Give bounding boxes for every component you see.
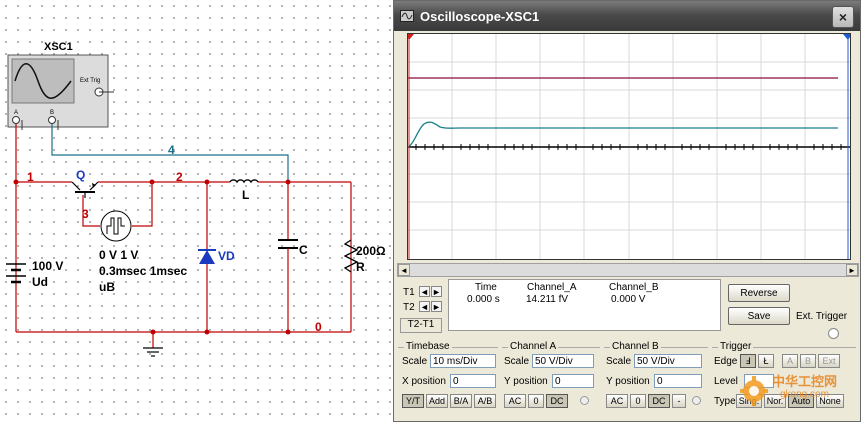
scroll-left-arrow[interactable]: ◄ (398, 264, 410, 276)
save-button[interactable]: Save (728, 307, 790, 325)
title-bar[interactable]: Oscilloscope-XSC1 × (394, 1, 860, 31)
diode-symbol (198, 249, 216, 264)
pulse-value-label: 0 V 1 V (99, 248, 139, 262)
dc-value-label: 100 V (32, 259, 64, 273)
net-label-3: 3 (82, 207, 89, 221)
mode-yt-button[interactable]: Y/T (402, 394, 424, 408)
readout-header-time: Time (475, 282, 497, 293)
channel-b-ypos-field[interactable]: 0 (654, 374, 702, 388)
ext-trigger-terminal[interactable] (828, 328, 839, 339)
readout-channel-b-value: 0.000 V (611, 294, 646, 305)
t1-right-button[interactable]: ► (431, 286, 442, 297)
t1-left-button[interactable]: ◄ (419, 286, 430, 297)
t2-t1-label: T2-T1 (400, 318, 442, 333)
timebase-title: Timebase (404, 341, 452, 352)
net-label-2: 2 (176, 170, 183, 184)
channel-b-group: Channel B Scale 50 V/Div Y position 0 AC… (604, 341, 708, 412)
capacitor-symbol (278, 239, 298, 249)
inductor-label: L (242, 188, 250, 202)
dc-ref-label: Ud (32, 275, 48, 289)
channel-b-dc-button[interactable]: DC (648, 394, 670, 408)
ground-symbol (143, 347, 163, 357)
t2-left-button[interactable]: ◄ (419, 301, 430, 312)
pulse-source-symbol (100, 210, 132, 242)
oscilloscope-icon (400, 10, 414, 22)
channel-a-ypos-label: Y position (504, 376, 548, 387)
timebase-scale-label: Scale (402, 356, 428, 367)
channel-b-title: Channel B (610, 341, 661, 352)
trigger-level-label: Level (714, 376, 738, 387)
net-label-0: 0 (315, 320, 322, 334)
inductor-symbol (229, 179, 259, 184)
t1-label: T1 (403, 287, 415, 298)
timebase-group: Timebase Scale 10 ms/Div X position 0 Y/… (398, 341, 498, 412)
channel-b-ac-button[interactable]: AC (606, 394, 628, 408)
capacitor-label: C (299, 243, 308, 257)
channel-a-zero-button[interactable]: 0 (528, 394, 544, 408)
watermark-text-url: gkong.com (780, 389, 829, 400)
trigger-title: Trigger (718, 341, 754, 352)
net-label-1: 1 (27, 170, 34, 184)
measurement-readout: Time Channel_A Channel_B 0.000 s 14.211 … (448, 279, 721, 331)
diode-label: VD (218, 249, 235, 263)
close-button[interactable]: × (832, 6, 854, 28)
timebase-scale-field[interactable]: 10 ms/Div (430, 354, 496, 368)
channel-a-ypos-field[interactable]: 0 (552, 374, 594, 388)
channel-a-group: Channel A Scale 50 V/Div Y position 0 AC… (502, 341, 600, 412)
schematic-canvas[interactable]: XSC1 Ext Trig A B 1 2 3 4 0 Q 0 V 1 V 0.… (0, 0, 393, 422)
pulse-timing-label: 0.3msec 1msec (99, 264, 188, 278)
readout-time-value: 0.000 s (467, 294, 500, 305)
t2-label: T2 (403, 302, 415, 313)
timebase-xpos-label: X position (402, 376, 446, 387)
net-label-4: 4 (168, 143, 175, 157)
mode-ba-button[interactable]: B/A (450, 394, 472, 408)
t2-right-button[interactable]: ► (431, 301, 442, 312)
channel-a-scale-label: Scale (504, 356, 530, 367)
channel-a-radio[interactable] (580, 396, 589, 405)
readout-header-channel-b: Channel_B (609, 282, 659, 293)
channel-b-invert-button[interactable]: - (672, 394, 686, 408)
schematic-wiring (6, 54, 359, 357)
reverse-button[interactable]: Reverse (728, 284, 790, 302)
scope-ref-label: XSC1 (44, 41, 73, 53)
trigger-edge-label: Edge (714, 356, 738, 367)
channel-a-ac-button[interactable]: AC (504, 394, 526, 408)
timebase-xpos-field[interactable]: 0 (450, 374, 496, 388)
transistor-label: Q (76, 168, 86, 182)
scope-port-b-label: B (50, 110, 55, 116)
oscilloscope-window: Oscilloscope-XSC1 × ◄ ► T1 ◄ ► T2 ◄ ► T2… (393, 0, 861, 422)
resistor-value-label: 200Ω (356, 244, 386, 258)
watermark-text-cn: 中华工控网 (772, 374, 838, 389)
channel-a-dc-button[interactable]: DC (546, 394, 568, 408)
window-title: Oscilloscope-XSC1 (420, 9, 540, 24)
mode-ab-button[interactable]: A/B (474, 394, 496, 408)
readout-channel-a-value: 14.211 fV (526, 294, 569, 305)
watermark: 中华工控网 gkong.com (740, 365, 858, 415)
horizontal-scrollbar[interactable]: ◄ ► (397, 263, 859, 277)
resistor-ref-label: R (356, 260, 365, 274)
scroll-right-arrow[interactable]: ► (846, 264, 858, 276)
scope-ext-trig-label: Ext Trig (80, 78, 101, 84)
mode-add-button[interactable]: Add (426, 394, 448, 408)
channel-b-zero-button[interactable]: 0 (630, 394, 646, 408)
scope-plot (405, 34, 852, 259)
channel-a-scale-field[interactable]: 50 V/Div (532, 354, 594, 368)
trigger-type-label: Type (714, 396, 736, 407)
scope-display[interactable] (405, 33, 852, 260)
channel-b-scale-field[interactable]: 50 V/Div (634, 354, 702, 368)
channel-b-trace (407, 121, 838, 148)
channel-b-ypos-label: Y position (606, 376, 650, 387)
pulse-ref-label: uB (99, 280, 115, 294)
channel-b-radio[interactable] (692, 396, 701, 405)
channel-a-title: Channel A (508, 341, 559, 352)
readout-header-channel-a: Channel_A (527, 282, 577, 293)
scope-port-a-label: A (14, 110, 19, 116)
channel-b-scale-label: Scale (606, 356, 632, 367)
ext-trigger-label: Ext. Trigger (796, 311, 848, 322)
